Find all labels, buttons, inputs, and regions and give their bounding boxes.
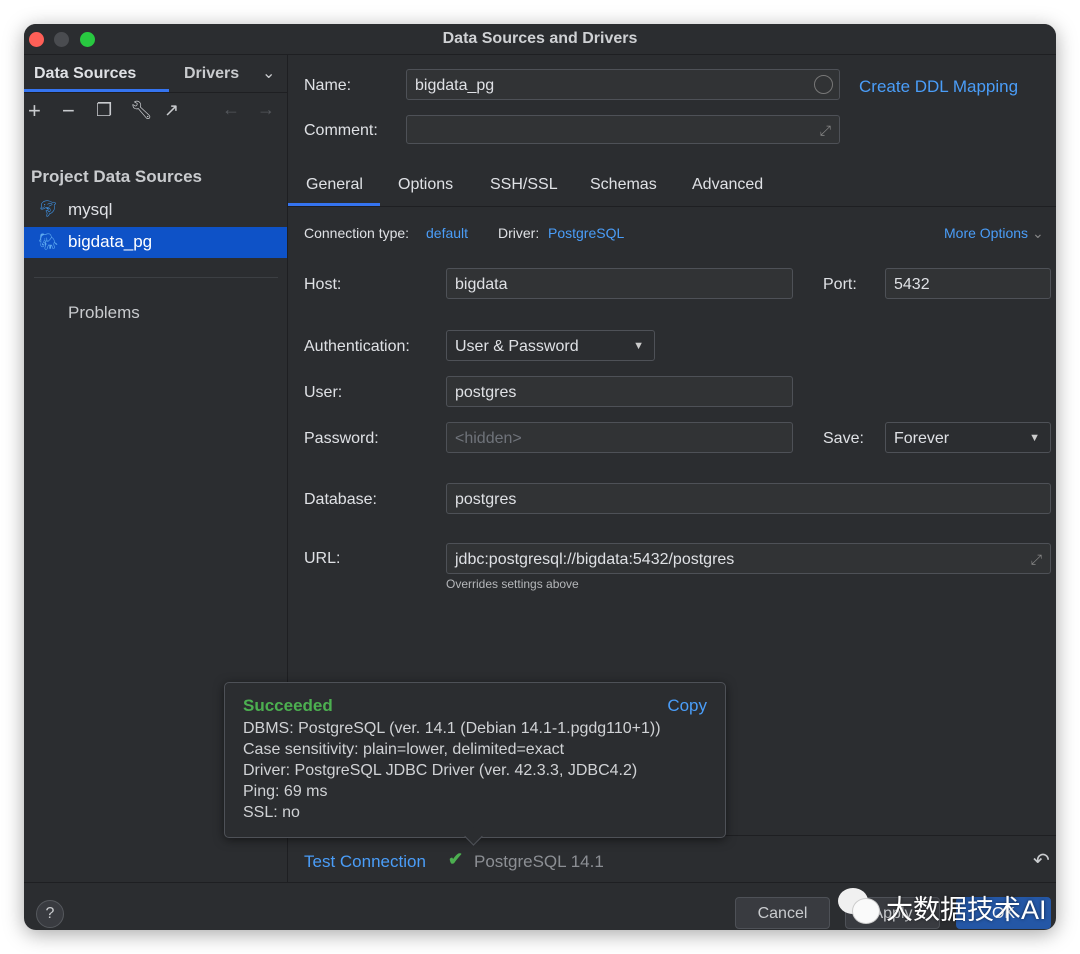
database-label: Database: xyxy=(304,491,377,508)
test-connection-link[interactable]: Test Connection xyxy=(304,852,426,872)
url-input[interactable]: jdbc:postgresql://bigdata:5432/postgres … xyxy=(446,543,1051,574)
name-input[interactable]: bigdata_pg xyxy=(406,69,840,100)
save-value: Forever xyxy=(894,430,950,447)
driver-line: Driver: PostgreSQL JDBC Driver (ver. 42.… xyxy=(243,762,638,779)
ssl-line: SSL: no xyxy=(243,804,300,821)
status-succeeded: Succeeded xyxy=(243,696,333,715)
undo-icon[interactable]: ↶ xyxy=(1033,848,1050,873)
case-sensitivity-line: Case sensitivity: plain=lower, delimited… xyxy=(243,741,565,758)
dropdown-arrow-icon: ▼ xyxy=(633,340,644,352)
close-window-button[interactable] xyxy=(29,32,44,47)
database-value: postgres xyxy=(455,491,517,508)
port-label: Port: xyxy=(823,276,857,293)
authentication-dropdown[interactable]: User & Password ▼ xyxy=(446,330,655,361)
back-icon[interactable]: ← xyxy=(222,99,240,120)
name-value: bigdata_pg xyxy=(415,77,495,94)
cancel-button[interactable]: Cancel xyxy=(735,897,830,929)
port-input[interactable]: 5432 xyxy=(885,268,1051,299)
mysql-dolphin-icon: 🐬︎ xyxy=(38,201,59,218)
sidebar-item-label: mysql xyxy=(68,200,113,219)
authentication-value: User & Password xyxy=(455,338,579,355)
zoom-window-button[interactable] xyxy=(80,32,95,47)
tab-drivers[interactable]: Drivers xyxy=(184,65,239,83)
cancel-label: Cancel xyxy=(757,905,808,922)
user-value: postgres xyxy=(455,384,517,401)
more-options-label: More Options xyxy=(944,225,1029,241)
tab-schemas[interactable]: Schemas xyxy=(590,176,657,194)
tab-data-sources[interactable]: Data Sources xyxy=(34,65,136,83)
help-button[interactable]: ? xyxy=(36,900,64,928)
name-label: Name: xyxy=(304,77,352,94)
window-title: Data Sources and Drivers xyxy=(442,30,638,47)
save-label: Save: xyxy=(823,430,864,447)
check-icon: ✔ xyxy=(448,849,464,869)
url-label: URL: xyxy=(304,550,341,567)
url-value: jdbc:postgresql://bigdata:5432/postgres xyxy=(455,551,735,568)
tab-options[interactable]: Options xyxy=(398,176,453,194)
remove-icon[interactable]: − xyxy=(62,98,75,124)
password-input[interactable]: <hidden> xyxy=(446,422,793,453)
authentication-label: Authentication: xyxy=(304,338,410,355)
expand-icon[interactable]: ⤢ xyxy=(820,116,831,144)
watermark: 大数据技术AI xyxy=(886,895,1047,925)
dialog-window: Data Sources and Drivers Data Sources Dr… xyxy=(24,24,1056,930)
test-connection-popup: Succeeded Copy DBMS: PostgreSQL (ver. 14… xyxy=(224,682,726,846)
host-input[interactable]: bigdata xyxy=(446,268,793,299)
title-bar: Data Sources and Drivers xyxy=(24,24,1056,55)
save-dropdown[interactable]: Forever ▼ xyxy=(885,422,1051,453)
user-label: User: xyxy=(304,384,343,401)
password-placeholder: <hidden> xyxy=(455,430,522,447)
port-value: 5432 xyxy=(894,276,930,293)
url-hint: Overrides settings above xyxy=(446,577,579,591)
sidebar-item-problems[interactable]: Problems xyxy=(68,303,140,323)
wrench-icon[interactable]: 🔧︎ xyxy=(130,100,153,121)
add-icon[interactable]: + xyxy=(28,98,41,124)
duplicate-icon[interactable]: ❐ xyxy=(96,100,112,121)
sidebar-item-bigdata-pg[interactable]: 🐘︎ bigdata_pg xyxy=(24,227,287,258)
sidebar-item-mysql[interactable]: 🐬︎ mysql xyxy=(24,195,287,225)
ping-line: Ping: 69 ms xyxy=(243,783,328,800)
driver-label: Driver: xyxy=(498,225,540,241)
postgresql-elephant-icon: 🐘︎ xyxy=(38,234,59,251)
export-icon[interactable]: ↗ xyxy=(164,100,179,121)
help-label: ? xyxy=(45,905,55,922)
create-ddl-mapping-link[interactable]: Create DDL Mapping xyxy=(859,77,1018,97)
section-title: Project Data Sources xyxy=(31,167,203,186)
copy-link[interactable]: Copy xyxy=(667,696,707,716)
tab-advanced[interactable]: Advanced xyxy=(692,176,763,194)
host-label: Host: xyxy=(304,276,342,293)
tab-ssh-ssl[interactable]: SSH/SSL xyxy=(490,176,558,194)
dropdown-arrow-icon: ▼ xyxy=(1029,432,1040,444)
connection-result: PostgreSQL 14.1 xyxy=(474,852,604,871)
minimize-window-button[interactable] xyxy=(54,32,69,47)
comment-label: Comment: xyxy=(304,122,378,139)
password-label: Password: xyxy=(304,430,379,447)
expand-icon[interactable]: ⤢ xyxy=(1031,544,1042,575)
host-value: bigdata xyxy=(455,276,508,293)
connection-type-label: Connection type: xyxy=(304,225,410,241)
connection-type-link[interactable]: default xyxy=(426,225,468,241)
color-circle-icon[interactable] xyxy=(814,75,833,94)
database-input[interactable]: postgres xyxy=(446,483,1051,514)
driver-link[interactable]: PostgreSQL xyxy=(548,225,624,241)
user-input[interactable]: postgres xyxy=(446,376,793,407)
wechat-logo-icon xyxy=(836,886,886,926)
comment-input[interactable]: ⤢ xyxy=(406,115,840,144)
more-options-link[interactable]: More Options ⌄ xyxy=(944,225,1044,242)
dbms-line: DBMS: PostgreSQL (ver. 14.1 (Debian 14.1… xyxy=(243,720,661,737)
chevron-down-icon: ⌄ xyxy=(1031,225,1044,241)
forward-icon[interactable]: → xyxy=(257,99,275,120)
chevron-down-icon[interactable]: ⌄ xyxy=(262,63,275,83)
tab-general[interactable]: General xyxy=(306,176,363,194)
sidebar-item-label: bigdata_pg xyxy=(68,232,153,251)
